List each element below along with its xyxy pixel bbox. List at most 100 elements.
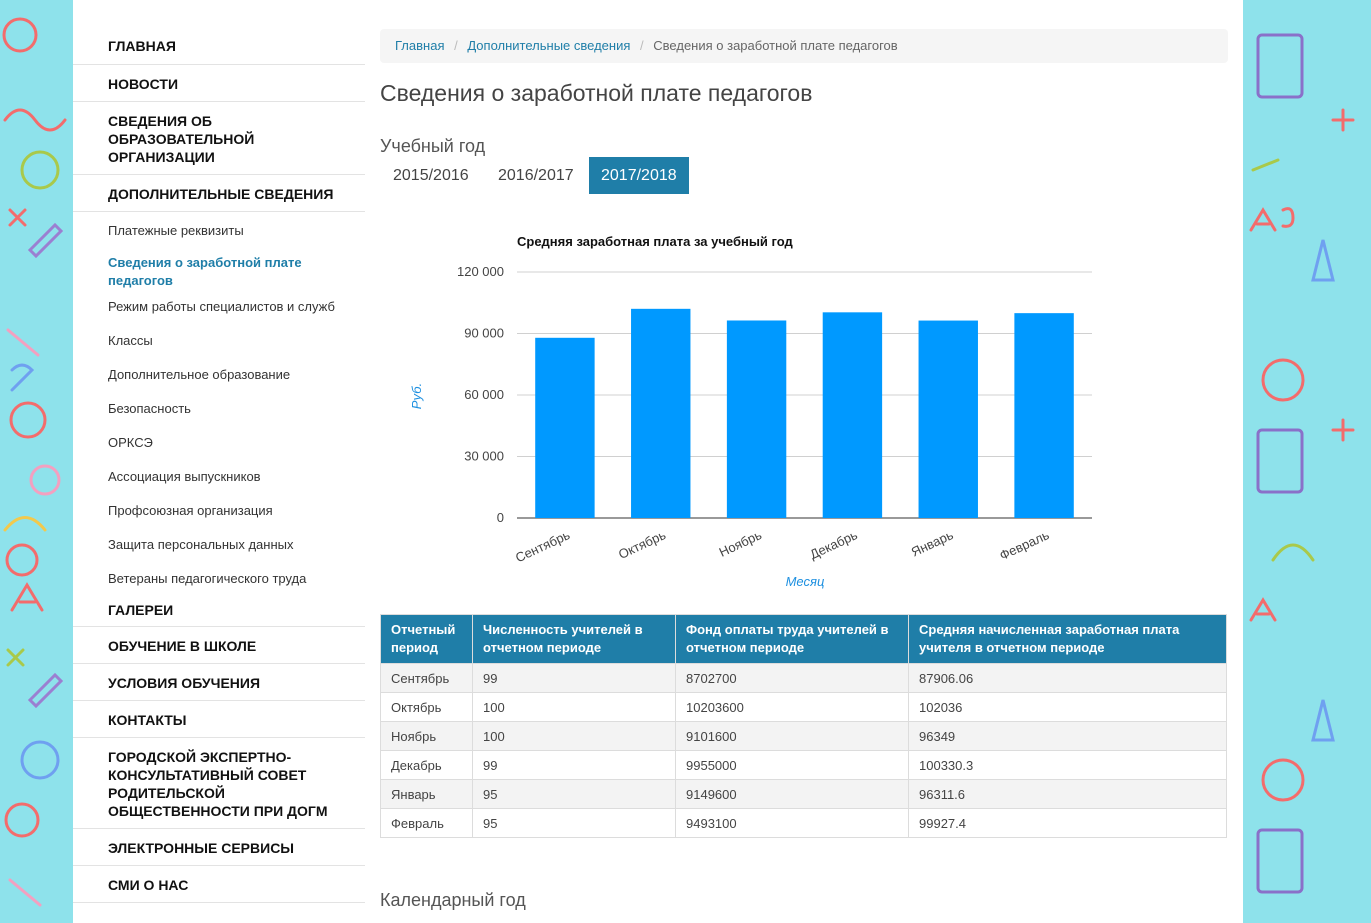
- table-cell-period: Сентябрь: [380, 663, 473, 693]
- sidebar-subitem-work-schedule[interactable]: Режим работы специалистов и служб: [73, 298, 365, 332]
- table-cell-period: Октябрь: [380, 692, 473, 722]
- table-cell-teacher-count: 95: [472, 808, 676, 838]
- table-row: Февраль 95 9493100 99927.4: [380, 808, 1227, 838]
- table-row: Сентябрь 99 8702700 87906.06: [380, 663, 1227, 693]
- calendar-year-label: Календарный год: [380, 890, 526, 910]
- right-pattern-background: [1243, 0, 1371, 923]
- table-cell-payroll-fund: 9955000: [675, 750, 909, 780]
- column-header-payroll-fund: Фонд оплаты труда учителей в отчетном пе…: [675, 614, 909, 664]
- sidebar-subitem-extra-education[interactable]: Дополнительное образование: [73, 366, 365, 400]
- sidebar-item-parents-council[interactable]: ГОРОДСКОЙ ЭКСПЕРТНО-КОНСУЛЬТАТИВНЫЙ СОВЕ…: [73, 738, 365, 829]
- breadcrumb-parent-link[interactable]: Дополнительные сведения: [467, 38, 630, 53]
- tab-year-2016-2017[interactable]: 2016/2017: [486, 157, 586, 194]
- sidebar-item-label: НОВОСТИ: [108, 76, 179, 92]
- sidebar-item-label: ГОРОДСКОЙ ЭКСПЕРТНО-КОНСУЛЬТАТИВНЫЙ СОВЕ…: [108, 749, 328, 819]
- chart-bars: [535, 308, 1074, 518]
- sidebar-item-label: СВЕДЕНИЯ ОБ ОБРАЗОВАТЕЛЬНОЙ ОРГАНИЗАЦИИ: [108, 113, 255, 165]
- chart-bar: [535, 337, 595, 518]
- table-cell-average-salary: 100330.3: [908, 750, 1227, 780]
- chart-x-tick-label: Февраль: [997, 527, 1051, 563]
- table-row: Ноябрь 100 9101600 96349: [380, 721, 1227, 751]
- column-header-average-salary: Средняя начисленная заработная плата учи…: [908, 614, 1227, 664]
- sidebar-item-label: ГЛАВНАЯ: [108, 38, 176, 54]
- sidebar-subitem-alumni[interactable]: Ассоциация выпускников: [73, 468, 365, 502]
- table-cell-teacher-count: 100: [472, 692, 676, 722]
- sidebar-subitem-classes[interactable]: Классы: [73, 332, 365, 366]
- sidebar-subitem-safety[interactable]: Безопасность: [73, 400, 365, 434]
- sidebar-item-label: УСЛОВИЯ ОБУЧЕНИЯ: [108, 675, 261, 691]
- sidebar-subitem-personal-data[interactable]: Защита персональных данных: [73, 536, 365, 570]
- column-header-period: Отчетный период: [380, 614, 473, 664]
- sidebar-item-learning-conditions[interactable]: УСЛОВИЯ ОБУЧЕНИЯ: [73, 664, 365, 701]
- sidebar-item-label: ГАЛЕРЕИ: [108, 602, 174, 618]
- table-cell-average-salary: 87906.06: [908, 663, 1227, 693]
- table-cell-average-salary: 102036: [908, 692, 1227, 722]
- sidebar-subitem-label: Защита персональных данных: [108, 537, 294, 552]
- chart-y-tick-label: 120 000: [457, 264, 504, 279]
- sidebar-subitem-label: Режим работы специалистов и служб: [108, 299, 335, 314]
- table-cell-payroll-fund: 9149600: [675, 779, 909, 809]
- table-row: Январь 95 9149600 96311.6: [380, 779, 1227, 809]
- table-cell-teacher-count: 99: [472, 750, 676, 780]
- chart-x-tick-label: Сентябрь: [513, 527, 572, 565]
- table-row: Октябрь 100 10203600 102036: [380, 692, 1227, 722]
- sidebar-item-galleries[interactable]: ГАЛЕРЕИ: [73, 597, 365, 627]
- chart-y-axis-title: Руб.: [409, 383, 424, 409]
- salary-table: Отчетный период Численность учителей в о…: [380, 614, 1227, 838]
- chart-bar: [631, 308, 691, 518]
- sidebar-item-additional-info[interactable]: ДОПОЛНИТЕЛЬНЫЕ СВЕДЕНИЯ: [73, 175, 365, 212]
- table-cell-average-salary: 96311.6: [908, 779, 1227, 809]
- sidebar-subitem-label: Профсоюзная организация: [108, 503, 273, 518]
- sidebar-item-home[interactable]: ГЛАВНАЯ: [73, 0, 365, 65]
- sidebar-subitem-label: Платежные реквизиты: [108, 223, 244, 238]
- table-cell-teacher-count: 99: [472, 663, 676, 693]
- chart-x-tick-label: Октябрь: [616, 527, 668, 562]
- table-row: Декабрь 99 9955000 100330.3: [380, 750, 1227, 780]
- chart-bar: [822, 312, 883, 518]
- page-container: ГЛАВНАЯ НОВОСТИ СВЕДЕНИЯ ОБ ОБРАЗОВАТЕЛЬ…: [73, 0, 1243, 923]
- table-cell-period: Февраль: [380, 808, 473, 838]
- sidebar-subitem-salary-info[interactable]: Сведения о заработной плате педагогов: [73, 246, 365, 298]
- tab-year-2015-2016[interactable]: 2015/2016: [381, 157, 481, 194]
- breadcrumb-current: Сведения о заработной плате педагогов: [653, 38, 898, 53]
- table-cell-payroll-fund: 8702700: [675, 663, 909, 693]
- sidebar-item-media[interactable]: СМИ О НАС: [73, 866, 365, 903]
- sidebar-subitem-label: ОРКСЭ: [108, 435, 153, 450]
- column-header-teacher-count: Численность учителей в отчетном периоде: [472, 614, 676, 664]
- sidebar-subitem-payment-details[interactable]: Платежные реквизиты: [73, 212, 365, 246]
- chart-bar: [918, 320, 978, 518]
- table-cell-average-salary: 96349: [908, 721, 1227, 751]
- chart-gridlines: [517, 271, 1092, 519]
- academic-year-label: Учебный год: [380, 136, 486, 156]
- sidebar-subitem-trade-union[interactable]: Профсоюзная организация: [73, 502, 365, 536]
- sidebar-subitem-label: Классы: [108, 333, 153, 348]
- sidebar-item-e-services[interactable]: ЭЛЕКТРОННЫЕ СЕРВИСЫ: [73, 829, 365, 866]
- chart-x-tick-label: Декабрь: [807, 527, 859, 562]
- tab-year-2017-2018[interactable]: 2017/2018: [589, 157, 689, 194]
- breadcrumb-separator: /: [454, 38, 458, 53]
- sidebar-item-school-learning[interactable]: ОБУЧЕНИЕ В ШКОЛЕ: [73, 627, 365, 664]
- sidebar-item-org-info[interactable]: СВЕДЕНИЯ ОБ ОБРАЗОВАТЕЛЬНОЙ ОРГАНИЗАЦИИ: [73, 102, 365, 175]
- table-cell-payroll-fund: 10203600: [675, 692, 909, 722]
- table-body: Сентябрь 99 8702700 87906.06 Октябрь 100 10203…: [380, 663, 1227, 838]
- chart-bar: [1014, 313, 1074, 518]
- sidebar-subitem-veterans[interactable]: Ветераны педагогического труда: [73, 570, 365, 597]
- chart-y-tick-label: 60 000: [464, 387, 504, 402]
- table-cell-period: Декабрь: [380, 750, 473, 780]
- salary-chart: Средняя заработная плата за учебный год …: [380, 220, 1228, 600]
- chart-title: Средняя заработная плата за учебный год: [517, 234, 794, 249]
- table-cell-payroll-fund: 9493100: [675, 808, 909, 838]
- chart-y-axis: 0 30 000 60 000 90 000 120 000: [457, 264, 504, 525]
- table-header-row: Отчетный период Численность учителей в о…: [380, 614, 1227, 664]
- chart-y-tick-label: 0: [497, 510, 504, 525]
- sidebar-subitem-orkse[interactable]: ОРКСЭ: [73, 434, 365, 468]
- chart-x-tick-label: Январь: [909, 527, 956, 560]
- breadcrumb-home-link[interactable]: Главная: [395, 38, 444, 53]
- sidebar-item-news[interactable]: НОВОСТИ: [73, 65, 365, 102]
- salary-chart-svg: Средняя заработная плата за учебный год …: [409, 234, 1092, 589]
- sidebar-item-contacts[interactable]: КОНТАКТЫ: [73, 701, 365, 738]
- table-cell-teacher-count: 95: [472, 779, 676, 809]
- table-cell-period: Ноябрь: [380, 721, 473, 751]
- breadcrumb-separator: /: [640, 38, 644, 53]
- chart-y-tick-label: 30 000: [464, 449, 504, 464]
